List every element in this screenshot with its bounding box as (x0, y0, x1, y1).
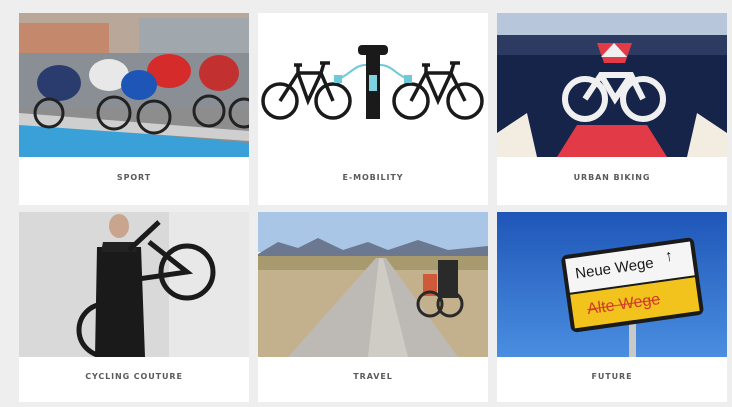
tile-cycling-couture[interactable]: CYCLING COUTURE (19, 212, 249, 402)
tile-label: URBAN BIKING (573, 173, 651, 182)
tile-future[interactable]: Neue Wege ↑ Alte Wege FUTURE (497, 212, 727, 402)
future-image[interactable]: Neue Wege ↑ Alte Wege (497, 212, 727, 357)
urban-biking-image[interactable] (497, 13, 727, 157)
tile-label: CYCLING COUTURE (85, 372, 183, 381)
category-grid: SPORT E-MOBILITY URBAN BIKING CYCLING CO… (0, 0, 732, 407)
tile-urban-biking[interactable]: URBAN BIKING (497, 13, 727, 205)
tile-label: FUTURE (591, 372, 633, 381)
tile-e-mobility[interactable]: E-MOBILITY (258, 13, 488, 205)
tile-label: SPORT (116, 173, 152, 182)
tile-label: E-MOBILITY (342, 173, 404, 182)
tile-sport[interactable]: SPORT (19, 13, 249, 205)
tile-label: TRAVEL (353, 372, 393, 381)
travel-image[interactable] (258, 212, 488, 357)
sport-image[interactable] (19, 13, 249, 157)
tile-travel[interactable]: TRAVEL (258, 212, 488, 402)
cycling-couture-image[interactable] (19, 212, 249, 357)
e-mobility-image[interactable] (258, 13, 488, 157)
